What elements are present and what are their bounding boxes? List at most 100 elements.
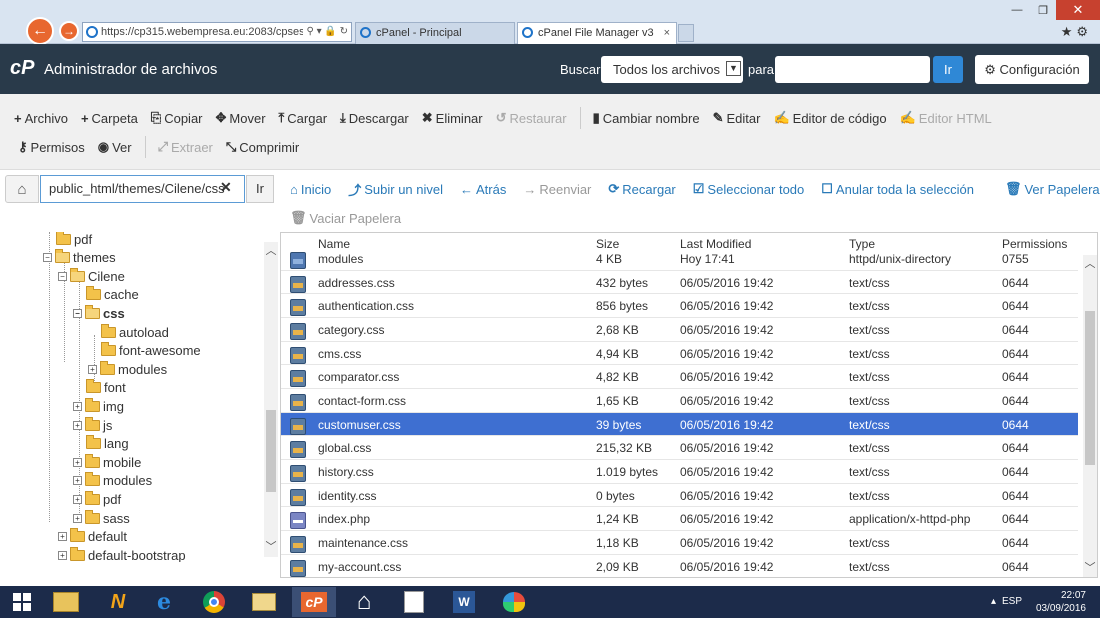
chrome-icon[interactable] (192, 587, 236, 617)
path-input[interactable]: public_html/themes/Cilene/css (40, 175, 245, 203)
new-tab-button[interactable] (678, 24, 694, 42)
expand-icon[interactable]: + (73, 401, 82, 411)
seleccionar-todo-link[interactable]: ☑ Seleccionar todo (693, 181, 805, 197)
address-bar[interactable]: https://cp315.webempresa.eu:2083/cpsess9… (82, 22, 352, 42)
tree-item-sass[interactable]: + sass (73, 509, 130, 527)
table-row[interactable]: comparator.css 4,82 KB 06/05/2016 19:42 tex… (281, 365, 1078, 389)
atras-link[interactable]: ← Atrás (460, 182, 506, 197)
descargar-button[interactable]: ⤓ Descargar (340, 110, 409, 126)
tree-item-pdf[interactable]: + pdf (73, 490, 121, 508)
internet-explorer-icon[interactable]: e (142, 587, 186, 617)
copiar-button[interactable]: ⎘ Copiar (151, 110, 203, 126)
tree-item-autoload[interactable]: autoload (101, 323, 169, 341)
editor-html-button[interactable]: ✍ Editor HTML (900, 110, 992, 126)
scroll-up-icon[interactable]: ︿ (264, 242, 278, 258)
address-actions-icon[interactable]: ⚲ ▾ 🔒 ↻ (303, 23, 348, 41)
tree-item-cilene[interactable]: − Cilene (58, 267, 125, 285)
expand-icon[interactable]: + (58, 532, 67, 542)
permisos-button[interactable]: ⚷ Permisos (18, 139, 85, 155)
tab-cpanel-principal[interactable]: cPanel - Principal (355, 22, 515, 44)
tree-item-cache[interactable]: cache (86, 286, 139, 304)
archivo-button[interactable]: + Archivo (14, 111, 68, 126)
minimize-icon[interactable]: — (1004, 0, 1030, 20)
reenviar-link[interactable]: → Reenviar (523, 182, 591, 197)
cargar-button[interactable]: ⤒ Cargar (279, 110, 328, 126)
close-window-icon[interactable]: ✕ (1056, 0, 1100, 20)
tree-item-modules[interactable]: + modules (73, 472, 152, 490)
extraer-button[interactable]: ⤢ Extraer (158, 139, 213, 155)
tree-item-themes[interactable]: − themes (43, 249, 116, 267)
tree-item-font[interactable]: font (86, 379, 126, 397)
ver-button[interactable]: ◉ Ver (98, 139, 132, 155)
home-app-icon[interactable]: ⌂ (342, 587, 386, 617)
tree-item-modules[interactable]: + modules (88, 360, 167, 378)
cpanel-taskbar-icon[interactable]: cP (292, 587, 336, 617)
maximize-icon[interactable]: ❐ (1030, 0, 1056, 20)
path-go-button[interactable]: Ir (246, 175, 274, 203)
windows-start-icon[interactable] (0, 587, 44, 617)
recargar-link[interactable]: ⟳ Recargar (608, 181, 675, 197)
word-icon[interactable]: W (442, 587, 486, 617)
anular-toda-la-seleccion-link[interactable]: ☐ Anular toda la selección (821, 181, 974, 197)
inicio-link[interactable]: ⌂ Inicio (290, 182, 331, 197)
collapse-icon[interactable]: − (43, 253, 52, 263)
eliminar-button[interactable]: ✖ Eliminar (422, 110, 483, 126)
mail-icon[interactable] (242, 587, 286, 617)
expand-icon[interactable]: + (73, 420, 82, 430)
tree-item-js[interactable]: + js (73, 416, 112, 434)
table-row[interactable]: addresses.css 432 bytes 06/05/2016 19:42 te… (281, 271, 1078, 295)
collapse-icon[interactable]: − (73, 308, 82, 318)
expand-icon[interactable]: + (73, 513, 82, 523)
carpeta-button[interactable]: + Carpeta (81, 111, 138, 126)
notepad-plus-icon[interactable]: N (96, 587, 140, 617)
browser-forward-button[interactable]: → (59, 21, 79, 41)
tab-close-icon[interactable]: × (664, 23, 670, 43)
table-row[interactable]: authentication.css 856 bytes 06/05/2016 19… (281, 294, 1078, 318)
tree-scroll-thumb[interactable] (266, 410, 276, 492)
app-icon[interactable] (392, 587, 436, 617)
tree-scrollbar[interactable]: ︿ ﹀ (264, 242, 278, 557)
clear-path-icon[interactable]: ✕ (220, 179, 232, 196)
table-row[interactable]: customuser.css 39 bytes 06/05/2016 19:42 te… (281, 412, 1078, 437)
language-indicator[interactable]: ESP (1002, 596, 1022, 607)
subir-un-nivel-link[interactable]: ⤴ Subir un nivel (348, 180, 443, 199)
table-row[interactable]: history.css 1.019 bytes 06/05/2016 19:42 te… (281, 460, 1078, 484)
editar-button[interactable]: ✎ Editar (713, 110, 761, 126)
file-explorer-icon[interactable] (44, 587, 88, 617)
file-scroll-thumb[interactable] (1085, 311, 1095, 465)
tree-item-img[interactable]: + img (73, 397, 124, 415)
table-row[interactable]: modules 4 KB Hoy 17:41 httpd/unix-directory… (281, 247, 1078, 271)
search-go-button[interactable]: Ir (933, 56, 963, 83)
tree-item-css[interactable]: − css (73, 304, 125, 322)
table-row[interactable]: cms.css 4,94 KB 06/05/2016 19:42 text/css 06… (281, 342, 1078, 366)
cambiar-nombre-button[interactable]: ▮ Cambiar nombre (593, 110, 700, 126)
comprimir-button[interactable]: ⤡ Comprimir (226, 139, 299, 155)
paint-icon[interactable] (492, 587, 536, 617)
tray-expand-icon[interactable]: ▴ (991, 596, 996, 607)
tree-item-mobile[interactable]: + mobile (73, 453, 141, 471)
table-row[interactable]: contact-form.css 1,65 KB 06/05/2016 19:42 t… (281, 389, 1078, 413)
tree-item-font-awesome[interactable]: font-awesome (101, 342, 201, 360)
tree-item-default-bootstrap[interactable]: + default-bootstrap (58, 546, 186, 562)
search-input[interactable] (775, 56, 930, 83)
tree-item-default[interactable]: + default (58, 528, 127, 546)
table-row[interactable]: my-account.css 2,09 KB 06/05/2016 19:42 tex… (281, 555, 1078, 577)
restaurar-button[interactable]: ↺ Restaurar (496, 110, 567, 126)
table-row[interactable]: index.php 1,24 KB 06/05/2016 19:42 applicat… (281, 507, 1078, 531)
table-row[interactable]: category.css 2,68 KB 06/05/2016 19:42 text/… (281, 318, 1078, 342)
search-scope-select[interactable]: Todos los archivos ▼ (601, 56, 743, 83)
scroll-up-icon[interactable]: ︿ (1083, 255, 1097, 271)
expand-icon[interactable]: + (58, 550, 67, 560)
collapse-icon[interactable]: − (58, 271, 67, 281)
home-icon[interactable]: ⌂ (5, 175, 39, 203)
favorites-settings-icons[interactable]: ★⚙ (1061, 24, 1092, 40)
ver-papelera-link[interactable]: 🗑 Ver Papelera (1005, 181, 1100, 197)
scroll-down-icon[interactable]: ﹀ (264, 538, 278, 554)
file-list-scrollbar[interactable]: ︿ ﹀ (1083, 255, 1097, 577)
vaciar-papelera-link[interactable]: 🗑 Vaciar Papelera (290, 210, 401, 226)
editor-de-codigo-button[interactable]: ✍ Editor de código (773, 110, 886, 126)
table-row[interactable]: identity.css 0 bytes 06/05/2016 19:42 text/… (281, 484, 1078, 508)
table-row[interactable]: global.css 215,32 KB 06/05/2016 19:42 text/… (281, 436, 1078, 460)
clock-time[interactable]: 22:07 (1061, 590, 1086, 601)
browser-back-button[interactable]: ← (26, 17, 54, 45)
